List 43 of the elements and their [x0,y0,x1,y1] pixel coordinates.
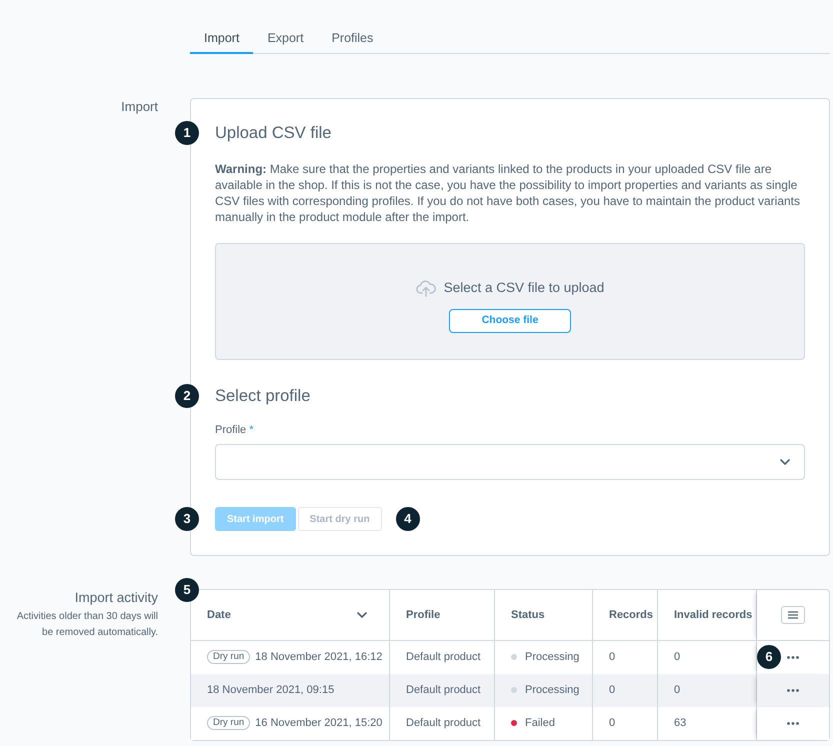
dry-run-tag: Dry run [207,716,250,730]
warning-text: Warning: Make sure that the properties and variants linked to the products in your uploaded CSV file are available in the shop. If this is not the case, you have the possibility to import properties and variants as single CSV files with corresponding profiles. If you do not have both cases, you have to maintain the product variants manually in the product module after the import. [215,161,801,225]
cloud-upload-icon [416,280,436,296]
tab[interactable]: Export [253,24,318,54]
step-number: 1 [175,121,199,145]
tab[interactable]: Profiles [318,24,388,54]
more-icon [787,656,799,659]
date-text: 18 November 2021, 09:15 [207,684,334,696]
column-header: Invalid records [674,608,752,621]
date-text: 18 November 2021, 16:12 [255,651,382,664]
date-text: 16 November 2021, 15:20 [255,717,382,730]
more-icon [787,722,799,725]
status-text: Failed [525,717,555,730]
column-header: Records [609,608,654,621]
field-label: Profile [215,424,246,436]
column-header: Date [207,608,231,623]
tab[interactable]: Import [190,24,254,54]
chevron-down-icon[interactable] [357,612,367,618]
status-text: Processing [525,651,580,664]
column-settings-button[interactable] [781,606,805,624]
table-cell: 0 [593,707,658,740]
more-icon [787,689,799,692]
section-note: Activities older than 30 days will be removed automatically. [16,610,158,640]
step-number: 4 [396,507,420,531]
step-number: 2 [175,384,199,408]
menu-icon [788,611,798,619]
step-number: 3 [175,507,199,531]
column-header: Profile [406,608,440,621]
section-title: Select profile [215,386,310,407]
section-label: Import activity [74,589,158,607]
dry-run-tag: Dry run [207,650,250,664]
required-mark: * [249,424,254,436]
chevron-down-icon [780,459,790,465]
step-number: 5 [175,578,199,602]
dropzone-text: Select a CSV file to upload [444,278,604,297]
table-cell: 63 [658,707,757,740]
choose-file-button[interactable]: Choose file [448,309,572,334]
step-number: 6 [757,645,781,669]
status-text: Processing [525,684,580,696]
section-title: Upload CSV file [215,123,332,144]
column-header: Status [511,608,545,621]
table-cell: Default product [390,707,495,740]
section-label: Import [121,98,158,116]
